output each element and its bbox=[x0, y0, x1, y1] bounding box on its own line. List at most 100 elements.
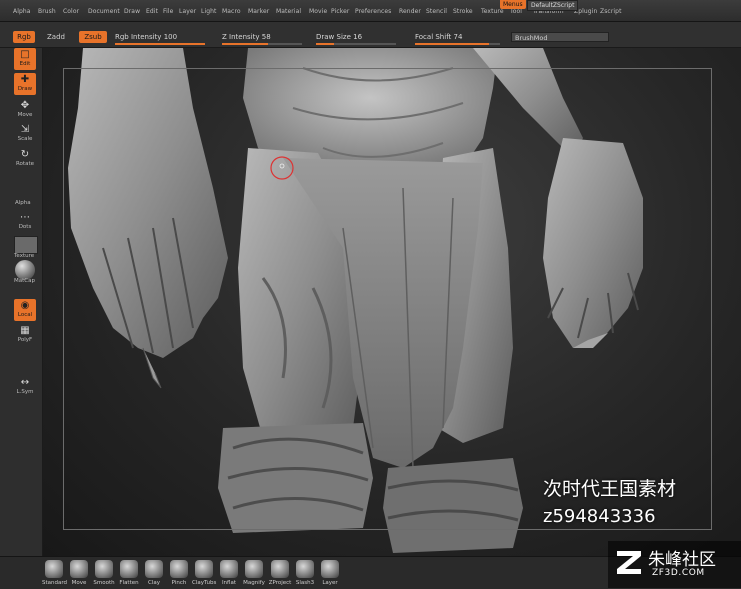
flatten-brush-icon bbox=[120, 560, 138, 578]
menu-edit[interactable]: Edit bbox=[146, 8, 158, 15]
zsub-toggle[interactable]: Zsub bbox=[79, 31, 107, 43]
zproject-brush-icon bbox=[271, 560, 289, 578]
edit-label: Edit bbox=[19, 61, 31, 67]
edit-icon: □ bbox=[20, 49, 30, 60]
menu-bar: Alpha Brush Color Document Draw Edit File Layer… bbox=[0, 0, 741, 22]
rgb-intensity-value: 100 bbox=[163, 33, 178, 41]
right-hand-shape bbox=[543, 138, 643, 348]
rotate-icon: ↻ bbox=[20, 149, 30, 160]
texture-label: Texture bbox=[14, 253, 35, 259]
menu-stencil[interactable]: Stencil bbox=[426, 8, 447, 15]
matcap-label: MatCap bbox=[14, 278, 35, 284]
menus-toggle[interactable]: Menus bbox=[500, 0, 526, 9]
scale-button[interactable]: ⇲ Scale bbox=[14, 123, 36, 145]
brush-label: Standard bbox=[42, 580, 68, 586]
rgb-intensity-slider[interactable]: Rgb Intensity 100 bbox=[115, 31, 205, 45]
zscript-selector[interactable]: DefaultZScript bbox=[527, 0, 579, 11]
menu-layer[interactable]: Layer bbox=[179, 8, 196, 15]
polyf-button[interactable]: ▦ PolyF bbox=[14, 324, 36, 346]
brush-label: Flatten bbox=[119, 580, 139, 586]
menu-alpha[interactable]: Alpha bbox=[13, 8, 31, 15]
inflat-brush-icon bbox=[220, 560, 238, 578]
menu-picker[interactable]: Picker bbox=[331, 8, 349, 15]
brush-label: Clay bbox=[148, 580, 160, 586]
layer-brush-icon bbox=[321, 560, 339, 578]
matcap-ball-icon[interactable] bbox=[15, 260, 35, 280]
brush-label: ZProject bbox=[268, 580, 292, 586]
local-button[interactable]: ◉ Local bbox=[14, 299, 36, 321]
grid-icon: ▦ bbox=[20, 325, 30, 336]
menu-brush[interactable]: Brush bbox=[38, 8, 56, 15]
menu-file[interactable]: File bbox=[163, 8, 173, 15]
brush-inflat[interactable]: Inflat bbox=[217, 560, 241, 586]
brush-claytubs[interactable]: ClayTubs bbox=[192, 560, 216, 586]
focal-shift-label: Focal Shift bbox=[415, 33, 452, 41]
menu-texture[interactable]: Texture bbox=[481, 8, 504, 15]
brush-layer[interactable]: Layer bbox=[318, 560, 342, 586]
brush-slash3[interactable]: Slash3 bbox=[293, 560, 317, 586]
rgb-toggle[interactable]: Rgb bbox=[13, 31, 35, 43]
brush-flatten[interactable]: Flatten bbox=[117, 560, 141, 586]
move-button[interactable]: ✥ Move bbox=[14, 99, 36, 121]
scale-icon: ⇲ bbox=[20, 124, 30, 135]
site-logo: 朱峰社区 ZF3D.COM bbox=[608, 541, 741, 588]
brushmod-field[interactable]: BrushMod bbox=[511, 32, 609, 42]
texture-swatch[interactable] bbox=[14, 236, 38, 254]
claytubs-brush-icon bbox=[195, 560, 213, 578]
brush-label: Smooth bbox=[93, 580, 115, 586]
menu-tool[interactable]: Tool bbox=[510, 8, 522, 15]
z-intensity-value: 58 bbox=[261, 33, 271, 41]
magnify-brush-icon bbox=[245, 560, 263, 578]
local-label: Local bbox=[17, 312, 33, 318]
menu-document[interactable]: Document bbox=[88, 8, 120, 15]
edit-button[interactable]: □ Edit bbox=[14, 48, 36, 70]
draw-size-label: Draw Size bbox=[316, 33, 351, 41]
z-intensity-label: Z Intensity bbox=[222, 33, 260, 41]
brush-smooth[interactable]: Smooth bbox=[92, 560, 116, 586]
scale-label: Scale bbox=[17, 136, 33, 142]
stroke-dots-button[interactable]: ⋯ Dots bbox=[14, 211, 36, 233]
menu-preferences[interactable]: Preferences bbox=[355, 8, 391, 15]
menu-material[interactable]: Material bbox=[276, 8, 301, 15]
brush-magnify[interactable]: Magnify bbox=[242, 560, 266, 586]
draw-button[interactable]: ✚ Draw bbox=[14, 73, 36, 95]
menu-stroke[interactable]: Stroke bbox=[453, 8, 473, 15]
local-icon: ◉ bbox=[20, 300, 30, 311]
rgb-intensity-label: Rgb Intensity bbox=[115, 33, 162, 41]
brush-label: Layer bbox=[322, 580, 338, 586]
clay-brush-icon bbox=[145, 560, 163, 578]
zadd-toggle[interactable]: Zadd bbox=[45, 31, 67, 43]
draw-size-slider[interactable]: Draw Size 16 bbox=[316, 31, 396, 45]
brush-move[interactable]: Move bbox=[67, 560, 91, 586]
alpha-label: Alpha bbox=[15, 200, 31, 206]
lsym-icon: ↔ bbox=[20, 377, 30, 388]
standard-brush-icon bbox=[45, 560, 63, 578]
logo-url: ZF3D.COM bbox=[652, 568, 705, 578]
right-knee-wrap bbox=[383, 458, 523, 553]
brush-label: Inflat bbox=[221, 580, 237, 586]
brush-pinch[interactable]: Pinch bbox=[167, 560, 191, 586]
z-intensity-slider[interactable]: Z Intensity 58 bbox=[222, 31, 302, 45]
left-toolbar: □ Edit ✚ Draw ✥ Move ⇲ Scale ↻ Rotate Al… bbox=[0, 48, 43, 556]
menu-movie[interactable]: Movie bbox=[309, 8, 327, 15]
menu-draw[interactable]: Draw bbox=[124, 8, 140, 15]
rotate-button[interactable]: ↻ Rotate bbox=[14, 148, 36, 170]
focal-shift-slider[interactable]: Focal Shift 74 bbox=[415, 31, 500, 45]
menu-render[interactable]: Render bbox=[399, 8, 421, 15]
lsym-button[interactable]: ↔ L.Sym bbox=[14, 376, 36, 398]
brush-label: Move bbox=[71, 580, 87, 586]
dots-icon: ⋯ bbox=[20, 212, 30, 223]
brush-zproject[interactable]: ZProject bbox=[268, 560, 292, 586]
menu-color[interactable]: Color bbox=[63, 8, 79, 15]
lsym-label: L.Sym bbox=[16, 389, 34, 395]
menu-light[interactable]: Light bbox=[201, 8, 216, 15]
slash3-brush-icon bbox=[296, 560, 314, 578]
brush-clay[interactable]: Clay bbox=[142, 560, 166, 586]
menu-zscript[interactable]: Zscript bbox=[600, 8, 622, 15]
menu-macro[interactable]: Macro bbox=[222, 8, 241, 15]
zf-logo-icon bbox=[617, 551, 641, 574]
move-label: Move bbox=[17, 112, 33, 118]
brush-standard[interactable]: Standard bbox=[42, 560, 68, 586]
brush-label: Pinch bbox=[171, 580, 187, 586]
menu-marker[interactable]: Marker bbox=[248, 8, 269, 15]
